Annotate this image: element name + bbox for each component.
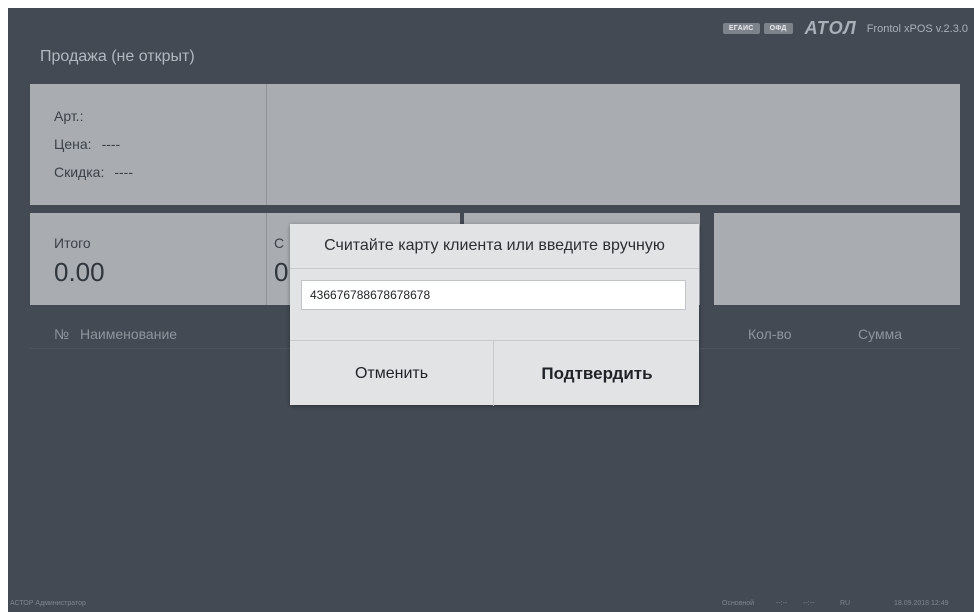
- app-version: Frontol xPOS v.2.3.0: [866, 22, 968, 35]
- status-field-1: --:--: [776, 600, 788, 607]
- price-line: Цена: ----: [54, 136, 120, 152]
- price-value: ----: [101, 136, 121, 152]
- confirm-button[interactable]: Подтвердить: [495, 341, 699, 406]
- col-name: Наименование: [80, 326, 178, 342]
- discount-label: Скидка:: [54, 164, 105, 180]
- totals-divider: [266, 213, 267, 305]
- status-datetime: 18.09.2018 12:49: [894, 600, 949, 607]
- status-bar: АСТОР Администратор Основной --:-- --:--…: [8, 600, 974, 612]
- status-field-2: --:--: [803, 600, 815, 607]
- egais-badge: ЕГАИС: [722, 23, 760, 34]
- header-logos: ЕГАИС ОФД АТОЛ Frontol xPOS v.2.3.0: [722, 18, 968, 39]
- total-label: Итого: [54, 235, 91, 251]
- item-info-panel: Арт.: Цена: ---- Скидка: ----: [30, 84, 960, 205]
- secondary-total-label: С: [274, 235, 285, 251]
- ofd-badge: ОФД: [763, 23, 793, 34]
- article-line: Арт.:: [54, 108, 93, 124]
- status-mode: Основной: [722, 600, 755, 607]
- total-value: 0.00: [54, 257, 105, 287]
- article-label: Арт.:: [54, 108, 84, 124]
- client-card-dialog: Считайте карту клиента или введите вручн…: [290, 224, 699, 406]
- secondary-total-value: 0: [274, 257, 289, 287]
- status-language: RU: [840, 600, 851, 607]
- cancel-button[interactable]: Отменить: [290, 341, 494, 406]
- col-sum: Сумма: [858, 326, 902, 342]
- sale-mode-title: Продажа (не открыт): [40, 48, 195, 65]
- client-card-input[interactable]: [301, 280, 686, 310]
- dialog-title: Считайте карту клиента или введите вручн…: [290, 224, 699, 269]
- col-quantity: Кол-во: [748, 326, 792, 342]
- info-divider: [266, 84, 267, 205]
- brand-logo: АТОЛ: [804, 18, 857, 38]
- status-user: АСТОР Администратор: [10, 600, 86, 607]
- dialog-buttons: Отменить Подтвердить: [290, 340, 699, 406]
- col-number: №: [54, 326, 70, 342]
- discount-value: ----: [114, 164, 133, 180]
- right-panel: [714, 213, 960, 305]
- discount-line: Скидка: ----: [54, 164, 133, 180]
- price-label: Цена:: [54, 136, 92, 152]
